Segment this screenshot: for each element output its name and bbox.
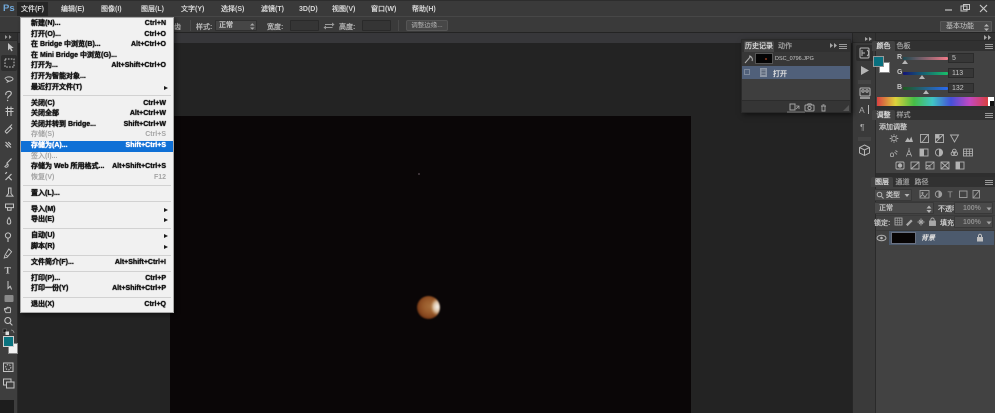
svg-text:T: T bbox=[5, 267, 12, 277]
svg-text:A: A bbox=[859, 105, 865, 115]
svg-text:¶: ¶ bbox=[860, 122, 865, 132]
svg-text:T: T bbox=[948, 190, 953, 200]
